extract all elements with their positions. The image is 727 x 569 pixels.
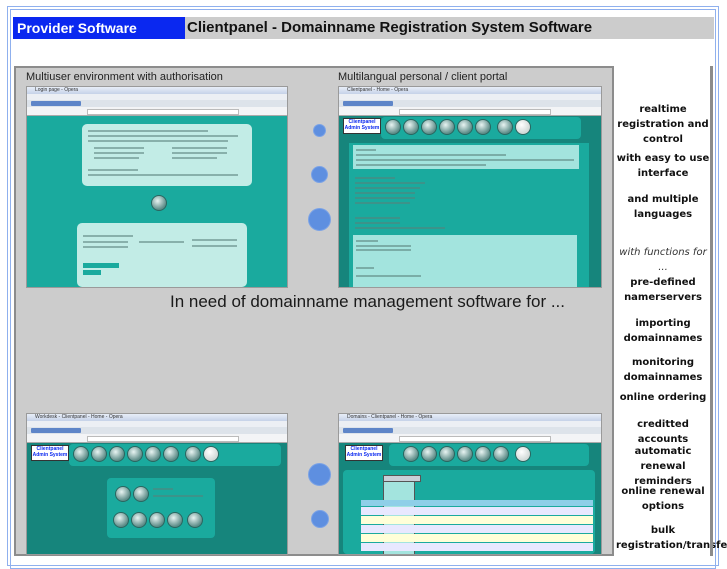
table-row[interactable] [361, 507, 593, 515]
window-tabs [27, 427, 287, 434]
window-tabs [27, 100, 287, 107]
screenshot-login[interactable]: Login page - Opera [26, 86, 288, 288]
login-info-box [82, 124, 252, 186]
bullet-dot-icon [311, 166, 328, 183]
table-header [361, 500, 593, 506]
brand-label[interactable]: Provider Software [13, 17, 185, 39]
window-tabs [339, 427, 601, 434]
bullet-dot-icon [311, 510, 329, 528]
window-tabs [339, 100, 601, 107]
sidebar-border [710, 66, 713, 556]
login-icon[interactable] [151, 195, 167, 211]
window-title: Clientpanel - Home - Opera [339, 87, 601, 94]
address-bar [27, 107, 287, 116]
address-bar [339, 434, 601, 443]
admin-logo: Clientpanel Admin System [343, 118, 381, 134]
caption-multilangual: Multilangual personal / client portal [338, 71, 508, 83]
bullet-dot-icon [313, 124, 326, 137]
admin-logo: Clientpanel Admin System [31, 445, 69, 461]
domains-content [343, 470, 595, 554]
news-box [353, 145, 579, 169]
table-row[interactable] [361, 525, 593, 533]
helpdesk-box [353, 235, 577, 287]
feature-importing: importing domainnames [623, 318, 703, 344]
feature-realtime: realtime registration and control [617, 104, 709, 145]
feature-interface: with easy to use interface [616, 153, 710, 179]
feature-credit: creditted accounts [637, 419, 689, 445]
feature-intro: with functions for ... [619, 247, 707, 273]
nav-toolbar [381, 117, 581, 139]
screenshot-portal[interactable]: Clientpanel - Home - Opera Clientpanel Ad… [338, 86, 602, 288]
password-box [77, 223, 247, 287]
admin-logo: Clientpanel Admin System [345, 445, 383, 461]
table-row[interactable] [361, 543, 593, 551]
headline: In need of domainname management softwar… [170, 292, 566, 311]
address-bar [27, 434, 287, 443]
window-title: Domains - Clientpanel - Home - Opera [339, 414, 601, 421]
window-title: Workdesk - Clientpanel - Home - Opera [27, 414, 287, 421]
feature-languages: and multiple languages [627, 194, 699, 220]
caption-multiuser: Multiuser environment with authorisation [26, 71, 223, 83]
feature-nameservers: pre-defined namerservers [624, 277, 702, 303]
bullet-dot-icon [308, 208, 331, 231]
feature-renewal: online renewal options [621, 486, 705, 512]
workdesk-menu [107, 478, 215, 538]
header-bar: Provider Software Clientpanel - Domainna… [13, 17, 714, 39]
table-row[interactable] [361, 534, 593, 542]
portal-content [349, 143, 589, 287]
nav-toolbar [69, 444, 281, 466]
feature-reminders: automatic renewal reminders [634, 446, 692, 487]
feature-monitoring: monitoring domainnames [623, 357, 703, 383]
window-title: Login page - Opera [27, 87, 287, 94]
page-title: Clientpanel - Domainname Registration Sy… [185, 17, 714, 39]
screenshot-workdesk[interactable]: Workdesk - Clientpanel - Home - Opera Cl… [26, 413, 288, 555]
feature-ordering: online ordering [619, 392, 707, 403]
table-row[interactable] [361, 516, 593, 524]
feature-sidebar: realtime registration and control with e… [616, 67, 727, 557]
nav-toolbar [389, 444, 589, 466]
feature-bulk: bulk registration/transfer [616, 525, 727, 551]
screenshot-domains[interactable]: Domains - Clientpanel - Home - Opera Cli… [338, 413, 602, 555]
address-bar [339, 107, 601, 116]
bullet-dot-icon [308, 463, 331, 486]
